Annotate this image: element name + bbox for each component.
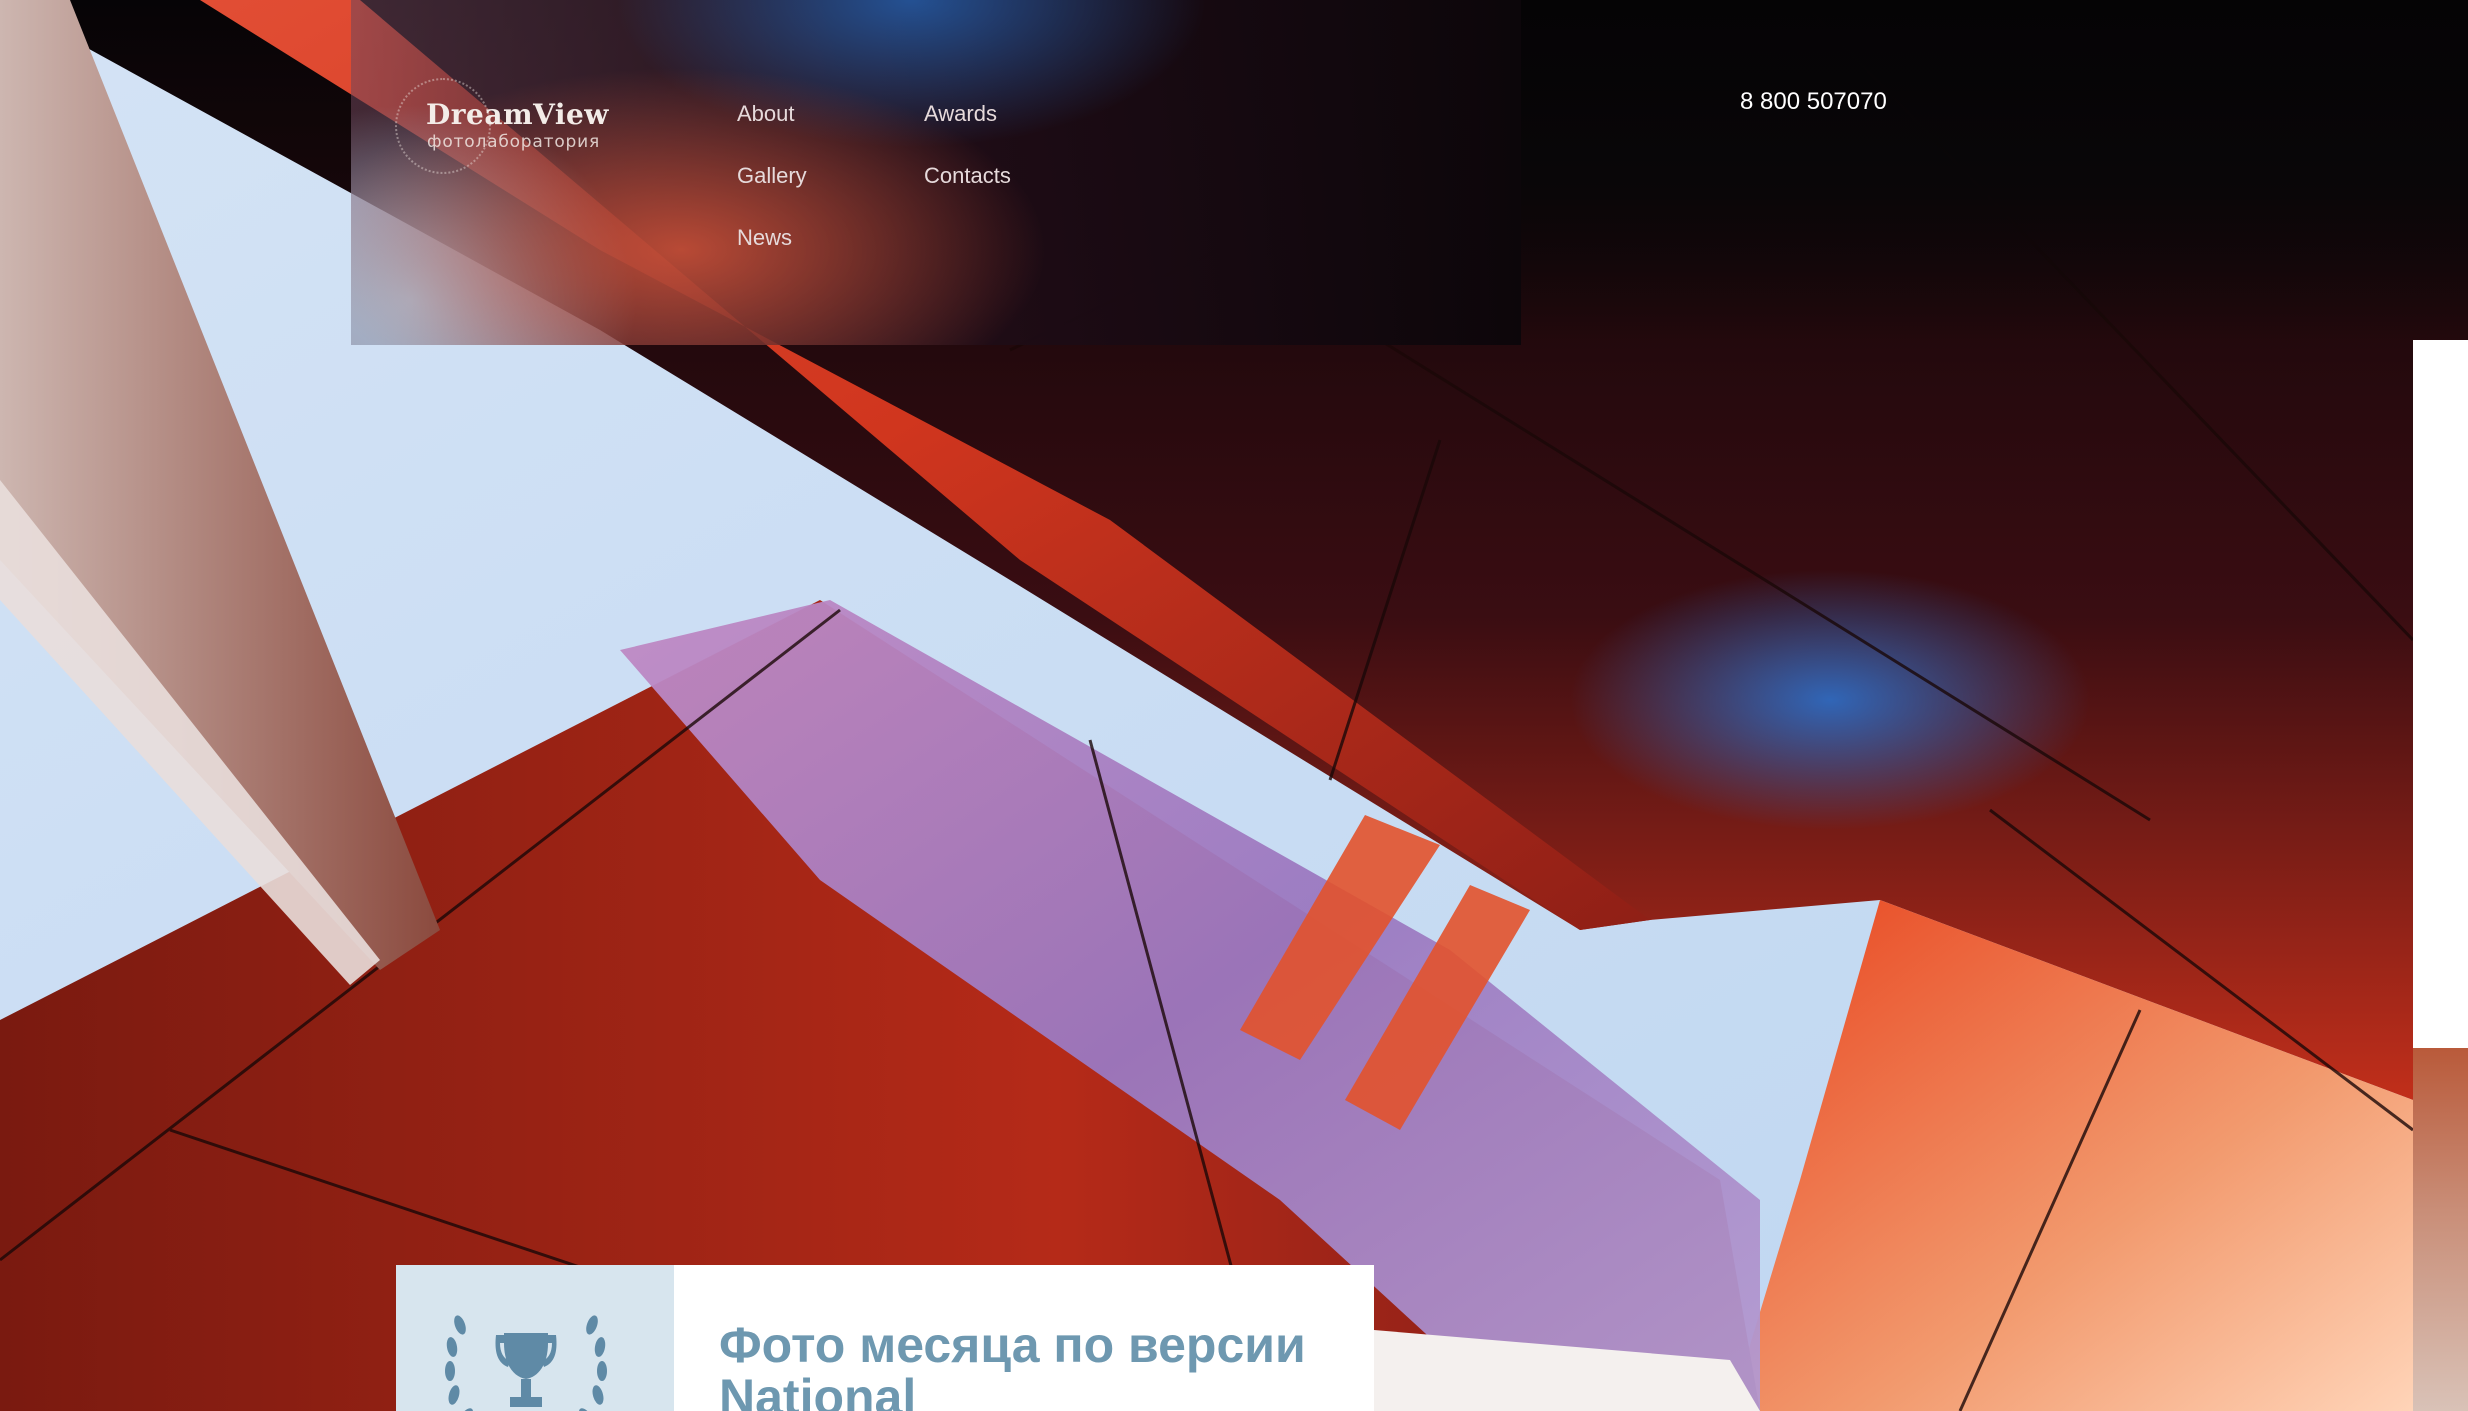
nav-link-gallery[interactable]: Gallery bbox=[737, 163, 807, 189]
logo[interactable]: DreamView фотолаборатория bbox=[393, 74, 623, 178]
phone-number[interactable]: 8 800 507070 bbox=[1740, 88, 1887, 116]
side-image-strip bbox=[2413, 1048, 2468, 1411]
award-card[interactable]: Фото месяца по версии National bbox=[396, 1265, 1374, 1411]
nav-link-news[interactable]: News bbox=[737, 225, 792, 251]
page: DreamView фотолаборатория About Awards G… bbox=[0, 0, 2468, 1411]
logo-subtitle: фотолаборатория bbox=[427, 132, 600, 152]
side-panel bbox=[2413, 340, 2468, 1048]
nav-link-about[interactable]: About bbox=[737, 101, 795, 127]
award-icon-box bbox=[396, 1265, 674, 1411]
logo-name: DreamView bbox=[426, 98, 609, 131]
nav-link-awards[interactable]: Awards bbox=[924, 101, 997, 127]
award-title: Фото месяца по версии National bbox=[719, 1317, 1306, 1411]
nav-link-contacts[interactable]: Contacts bbox=[924, 163, 1011, 189]
trophy-laurel-icon bbox=[445, 1315, 607, 1411]
